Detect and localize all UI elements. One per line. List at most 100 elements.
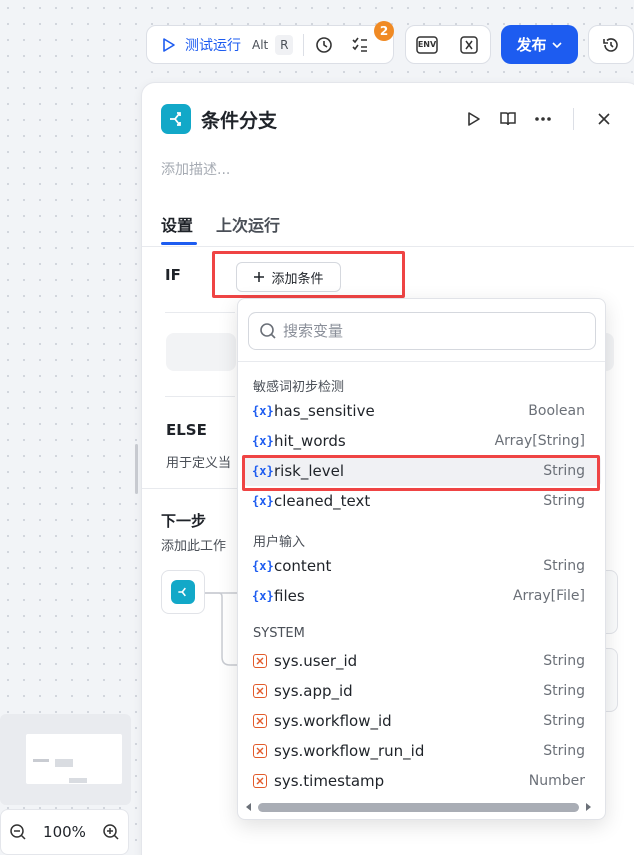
play-icon [468,112,480,126]
toolbar-divider [303,33,305,56]
env-button[interactable]: ENV [413,31,441,59]
minimap-node [33,759,49,762]
next-node-slot-2[interactable] [604,648,618,712]
tab-last-run[interactable]: 上次运行 [216,212,280,236]
variable-item-files[interactable]: {x} files Array[File] [244,581,601,611]
next-step-description: 添加此工作 [161,539,227,554]
horizontal-scrollbar[interactable] [246,801,599,813]
variable-search-input[interactable] [283,322,573,340]
else-description: 用于定义当 [166,456,232,471]
shortcut-key-alt: Alt [252,37,269,52]
close-icon [598,113,610,125]
next-node-slot-1[interactable] [604,570,618,634]
zoom-in-icon[interactable] [102,823,120,841]
variable-picker-dropdown: 敏感词初步检测 {x} has_sensitive Boolean {x} hi… [237,298,606,820]
run-toolbar-group: 测试运行 Alt R 2 [146,21,394,64]
variable-name: content [274,557,332,575]
more-icon [535,117,551,121]
add-elif-button-end[interactable] [606,333,614,371]
variable-type: Array[String] [494,433,585,449]
variable-item-sys-timestamp[interactable]: sys.timestamp Number [244,766,601,796]
group-label-user-input: 用户输入 [253,535,306,550]
next-step-node[interactable] [161,570,205,614]
search-icon [260,323,276,339]
variable-box-icon [460,35,478,54]
variable-name: cleaned_text [274,492,371,510]
variable-name: sys.workflow_run_id [274,742,425,760]
env-label: ENV [417,40,437,49]
variable-item-content[interactable]: {x} content String [244,551,601,581]
variable-item-sys-workflow-run-id[interactable]: sys.workflow_run_id String [244,736,601,766]
variable-type: String [543,558,585,574]
publish-button[interactable]: 发布 [501,25,578,64]
play-icon [163,37,175,52]
zoom-controls: 100% [0,809,129,855]
highlight-box-add-condition [212,251,405,298]
variable-type: String [543,683,585,699]
scroll-right-icon [586,803,591,811]
minimap-node [55,759,73,767]
variable-item-hit-words[interactable]: {x} hit_words Array[String] [244,426,601,456]
variable-type: Array[File] [512,588,585,604]
tab-settings[interactable]: 设置 [161,212,193,236]
close-button[interactable] [590,105,618,133]
variable-search-box[interactable] [248,312,596,350]
tab-active-indicator [161,242,197,245]
variable-icon: {x} [252,559,274,573]
zoom-out-icon[interactable] [9,823,27,841]
variable-name: sys.app_id [274,682,353,700]
condition-node-icon [161,104,191,134]
highlight-box-risk-level [242,455,600,491]
panel-title: 条件分支 [201,110,278,132]
variable-button[interactable] [455,31,483,59]
shortcut-key-r: R [275,34,294,55]
panel-resize-handle[interactable] [135,444,138,494]
group-label-sensitive-check: 敏感词初步检测 [253,380,345,395]
variable-type: String [543,653,585,669]
variable-type: Boolean [528,403,585,419]
variable-type: String [543,493,585,509]
zoom-level: 100% [43,823,86,841]
variable-name: files [274,587,305,605]
more-button[interactable] [529,105,557,133]
run-history-button[interactable] [310,31,338,59]
variable-type: String [543,713,585,729]
scroll-left-icon [246,803,251,811]
variable-name: has_sensitive [274,402,375,420]
checklist-button[interactable] [346,31,374,59]
run-node-button[interactable] [460,105,488,133]
system-variable-icon [253,774,267,788]
test-run-button[interactable]: 测试运行 Alt R [161,34,294,55]
else-divider [142,488,238,489]
variable-item-sys-user-id[interactable]: sys.user_id String [244,646,601,676]
variable-item-sys-app-id[interactable]: sys.app_id String [244,676,601,706]
variable-icon: {x} [252,404,274,418]
chevron-down-icon [551,41,562,48]
system-variable-icon [253,654,267,668]
publish-label: 发布 [516,36,547,54]
variable-item-has-sensitive[interactable]: {x} has_sensitive Boolean [244,396,601,426]
history-icon [603,37,618,52]
branch-icon [170,112,181,126]
search-divider [238,361,605,362]
docs-button[interactable] [494,105,522,133]
checklist-badge: 2 [374,21,394,41]
version-history-button[interactable] [588,25,634,64]
elif-divider [165,396,235,397]
tabs-divider [142,246,634,247]
add-elif-button[interactable] [166,333,236,371]
scrollbar-thumb[interactable] [258,802,579,812]
variable-name: hit_words [274,432,346,450]
canvas-minimap[interactable] [0,714,131,805]
variable-icon: {x} [252,589,274,603]
branch-node-icon [171,580,195,604]
if-label: IF [165,266,181,284]
minimap-node [69,778,87,783]
variable-item-sys-workflow-id[interactable]: sys.workflow_id String [244,706,601,736]
variable-name: sys.workflow_id [274,712,392,730]
description-input[interactable]: 添加描述... [161,159,230,179]
system-variable-icon [253,684,267,698]
variable-icon: {x} [252,494,274,508]
header-divider [573,108,574,130]
branch-icon [178,587,186,597]
